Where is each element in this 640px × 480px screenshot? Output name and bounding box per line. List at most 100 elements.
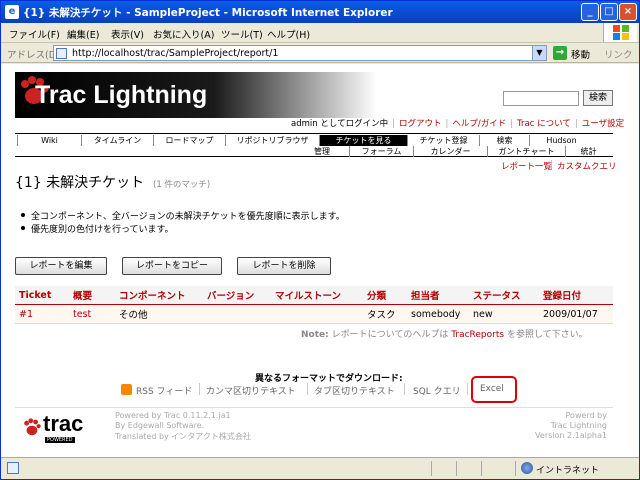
tab-view-tickets[interactable]: チケットを見る <box>319 135 407 146</box>
custom-query-link[interactable]: カスタムクエリ <box>557 160 617 172</box>
tab-timeline[interactable]: タイムライン <box>81 135 153 146</box>
tab-hudson[interactable]: Hudson <box>529 135 593 146</box>
col-milestone[interactable]: マイルストーン <box>271 286 363 305</box>
windows-logo-icon <box>603 23 637 42</box>
prefs-link[interactable]: ユーザ設定 <box>582 119 624 129</box>
col-status[interactable]: ステータス <box>469 286 539 305</box>
go-arrow-icon[interactable]: → <box>553 46 567 60</box>
status-cell <box>481 461 482 476</box>
ticket-id-link[interactable]: #1 <box>15 304 69 324</box>
title-bar[interactable]: e {1} 未解決チケット - SampleProject - Microsof… <box>1 1 639 23</box>
tab-admin[interactable]: 管理 <box>311 146 333 157</box>
tab-browser[interactable]: リポジトリブラウザ <box>225 135 319 146</box>
menu-tools[interactable]: ツール(T) <box>221 27 263 41</box>
report-list-link[interactable]: レポート一覧 <box>501 160 552 172</box>
maximize-button[interactable]: □ <box>600 3 618 21</box>
menu-edit[interactable]: 編集(E) <box>67 27 99 41</box>
paw-icon <box>24 418 41 436</box>
separator <box>199 383 200 395</box>
page-content: Trac Lightning 検索 admin としてログイン中 | ログアウト | ヘ… <box>1 64 639 457</box>
ticket-milestone <box>271 304 363 324</box>
ticket-owner: somebody <box>407 304 469 324</box>
delete-report-button[interactable]: レポートを削除 <box>237 257 331 275</box>
intranet-globe-icon <box>521 462 533 474</box>
go-button[interactable]: 移動 <box>571 47 590 61</box>
bullet-icon <box>21 226 25 230</box>
col-created[interactable]: 登録日付 <box>539 286 613 305</box>
menu-bar: ファイル(F) 編集(E) 表示(V) お気に入り(A) ツール(T) ヘルプ(… <box>1 23 639 43</box>
tab-roadmap[interactable]: ロードマップ <box>153 135 225 146</box>
tab-stats[interactable]: 統計 <box>565 146 611 157</box>
dropdown-arrow-icon[interactable]: ▼ <box>532 46 546 60</box>
footer-right-line-3: Version 2.1alpha1 <box>535 431 607 440</box>
help-note: Note: レポートについてのヘルプは TracReports を参照して下さい… <box>301 327 588 340</box>
download-title: 異なるフォーマットでダウンロード: <box>255 374 403 384</box>
col-ticket[interactable]: Ticket <box>15 286 69 305</box>
menu-file[interactable]: ファイル(F) <box>9 27 60 41</box>
status-cell <box>456 461 457 476</box>
tab-wiki[interactable]: Wiki <box>17 135 81 146</box>
ticket-type: タスク <box>363 304 407 324</box>
col-component[interactable]: コンポーネント <box>115 286 203 305</box>
search-input[interactable] <box>503 91 579 106</box>
csv-link[interactable]: カンマ区切りテキスト <box>206 384 296 397</box>
trac-banner[interactable]: Trac Lightning <box>15 72 377 118</box>
page-status-icon <box>7 462 19 474</box>
about-link[interactable]: Trac について <box>517 119 571 129</box>
bullet-icon <box>21 213 25 217</box>
separator <box>404 383 405 395</box>
menu-help[interactable]: ヘルプ(H) <box>267 27 310 41</box>
col-version[interactable]: バージョン <box>203 286 271 305</box>
close-button[interactable]: × <box>619 3 637 21</box>
excel-highlight-box <box>471 376 517 403</box>
ticket-status: new <box>469 304 539 324</box>
links-button[interactable]: リンク <box>604 47 633 61</box>
description-line-1: 全コンポーネント、全バージョンの未解決チケットを優先度順に表示します。 <box>31 212 345 222</box>
description-line-2: 優先度別の色付けを行っています。 <box>31 225 174 235</box>
ticket-component: その他 <box>115 304 203 324</box>
status-bar: イントラネット <box>1 457 639 479</box>
address-url[interactable]: http://localhost/trac/SampleProject/repo… <box>72 48 278 59</box>
trac-reports-link[interactable]: TracReports <box>451 330 504 340</box>
trac-footer-logo[interactable]: trac POWERED <box>23 411 93 445</box>
rss-icon[interactable] <box>121 384 132 395</box>
logout-link[interactable]: ログアウト <box>399 119 442 129</box>
ticket-created: 2009/01/07 <box>539 304 613 324</box>
address-label: アドレス(D) <box>7 50 60 61</box>
sql-query-link[interactable]: SQL クエリ <box>413 384 461 397</box>
tsv-link[interactable]: タブ区切りテキスト <box>314 384 395 397</box>
footer-left-line-1: Powered by Trac 0.11.2.1.ja1 <box>115 411 231 420</box>
banner-title: Trac Lightning <box>35 81 208 109</box>
tab-calendar[interactable]: カレンダー <box>413 146 487 157</box>
rss-feed-link[interactable]: RSS フィード <box>136 384 192 397</box>
page-title: {1} 未解決チケット <box>15 175 145 191</box>
note-text-pre: レポートについてのヘルプは <box>331 330 452 340</box>
tab-search[interactable]: 検索 <box>479 135 529 146</box>
separator <box>467 383 468 395</box>
col-owner[interactable]: 担当者 <box>407 286 469 305</box>
col-summary[interactable]: 概要 <box>69 286 115 305</box>
separator <box>307 383 308 395</box>
help-link[interactable]: ヘルプ/ガイド <box>452 119 506 129</box>
ticket-summary-link[interactable]: test <box>69 304 115 324</box>
menu-view[interactable]: 表示(V) <box>111 27 144 41</box>
page-icon <box>56 48 67 59</box>
tab-forum[interactable]: フォーラム <box>349 146 413 157</box>
address-bar: アドレス(D) http://localhost/trac/SampleProj… <box>1 43 639 63</box>
footer-logo-text: trac <box>43 411 84 436</box>
tab-gantt[interactable]: ガントチャート <box>487 146 565 157</box>
table-header-row: Ticket 概要 コンポーネント バージョン マイルストーン 分類 担当者 ス… <box>15 286 613 305</box>
match-count: (1 件のマッチ) <box>153 180 211 190</box>
col-type[interactable]: 分類 <box>363 286 407 305</box>
ticket-version <box>203 304 271 324</box>
menu-favorites[interactable]: お気に入り(A) <box>153 27 214 41</box>
status-cell <box>515 461 516 476</box>
tab-new-ticket[interactable]: チケット登録 <box>407 135 479 146</box>
copy-report-button[interactable]: レポートをコピー <box>122 257 222 275</box>
edit-report-button[interactable]: レポートを編集 <box>15 257 107 275</box>
minimize-button[interactable]: _ <box>581 3 599 21</box>
ctxnav-separator: | <box>550 160 553 170</box>
address-input[interactable]: http://localhost/trac/SampleProject/repo… <box>53 45 547 61</box>
note-label: Note: <box>301 330 329 340</box>
search-button[interactable]: 検索 <box>583 90 613 106</box>
